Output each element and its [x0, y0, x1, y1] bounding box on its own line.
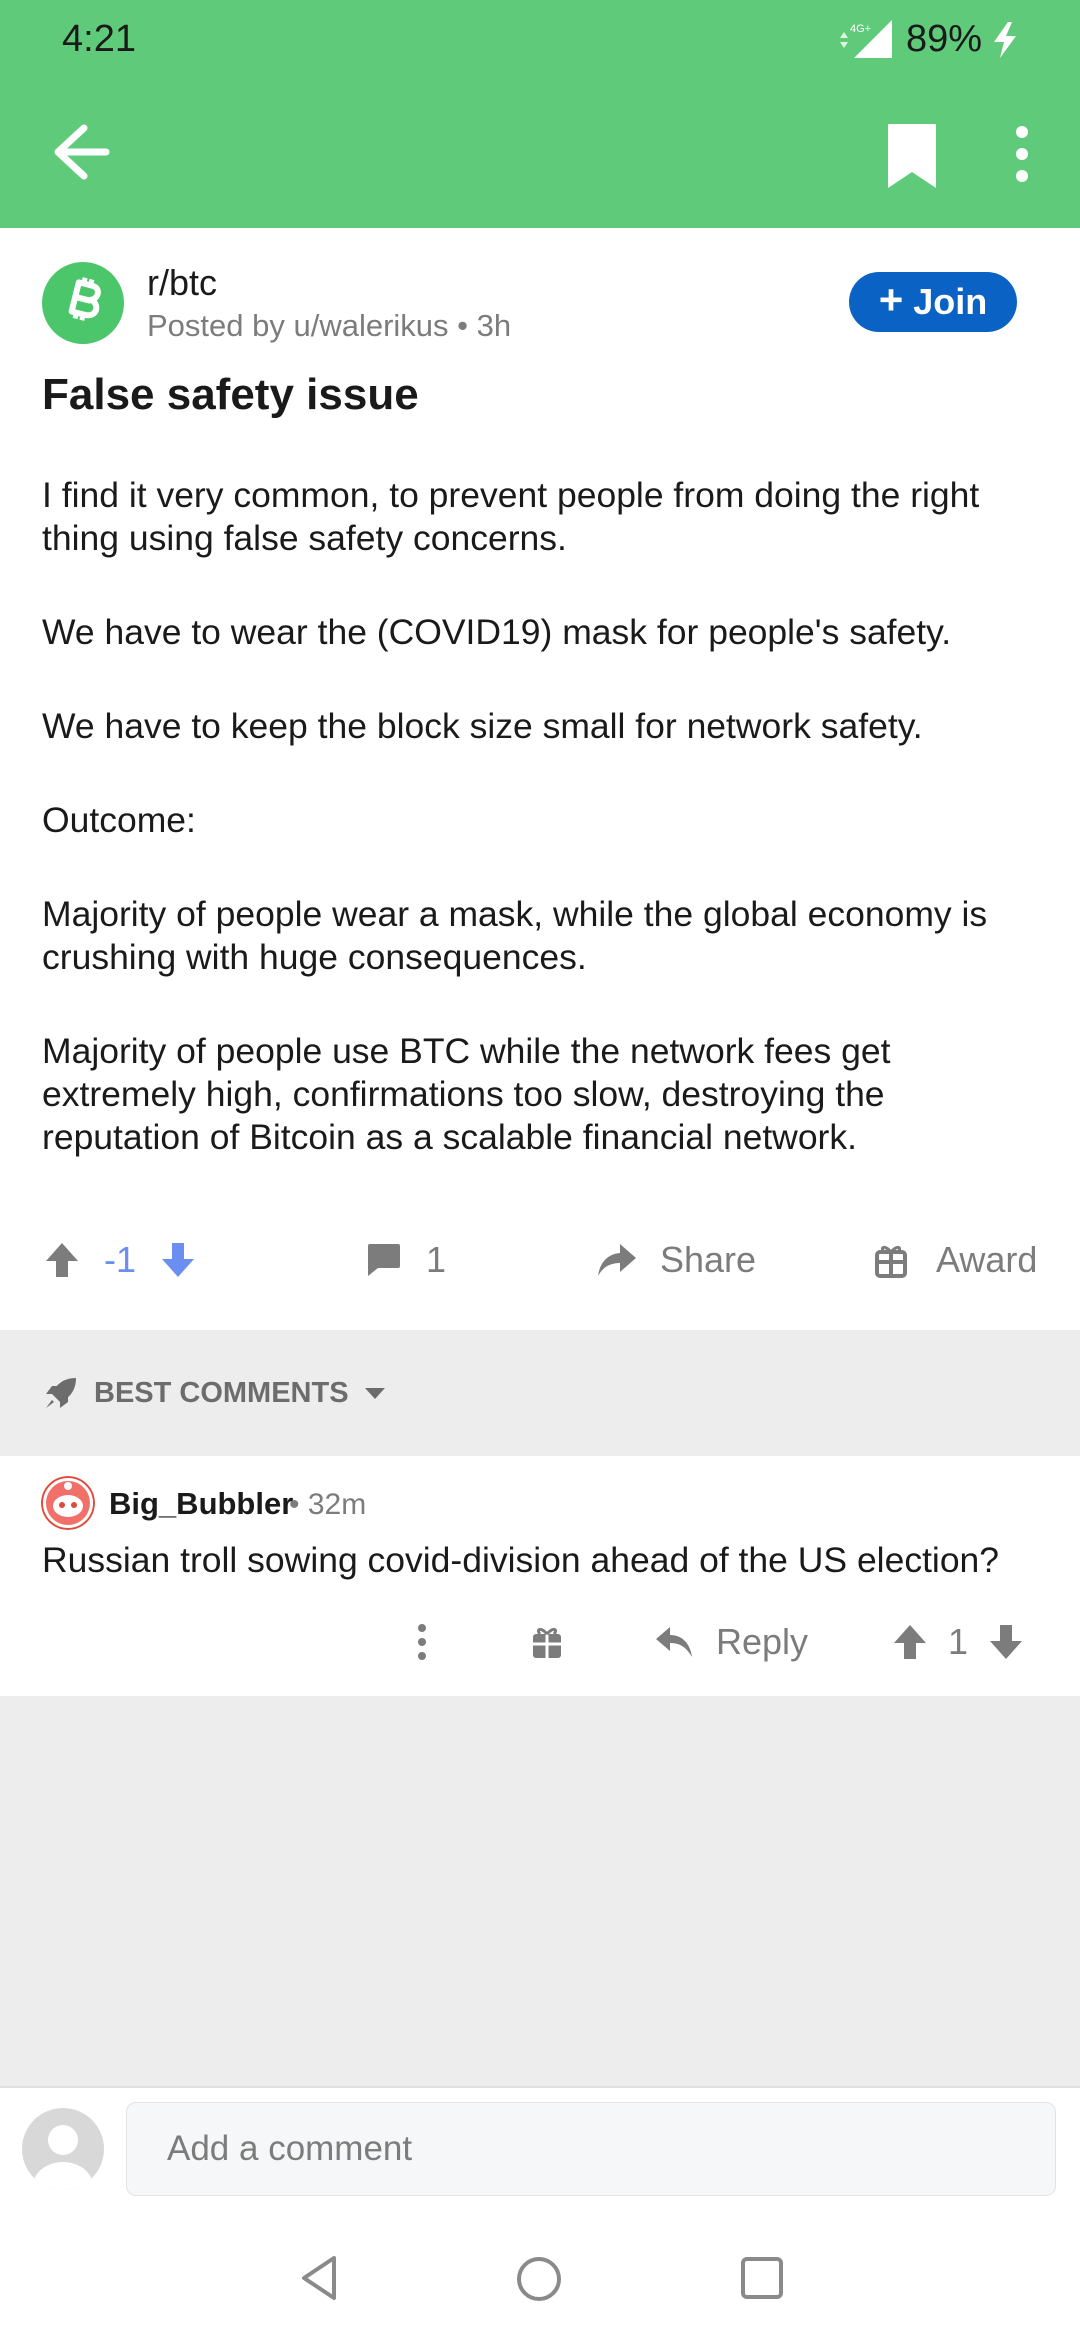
nav-recents-icon[interactable]: [738, 2254, 786, 2302]
comment-age: 32m: [307, 1488, 367, 1521]
comment-upvote-icon[interactable]: [892, 1623, 928, 1661]
post-score: -1: [104, 1239, 137, 1280]
status-time: 4:21: [62, 18, 136, 60]
upvote-icon[interactable]: [44, 1241, 80, 1279]
post-meta: Posted by u/walerikus • 3h: [147, 308, 511, 344]
post-title: False safety issue: [42, 370, 419, 419]
award-label: Award: [936, 1239, 1038, 1280]
join-button[interactable]: + Join: [849, 272, 1017, 332]
comment-vote-group: 1: [892, 1612, 1024, 1672]
reply-button[interactable]: Reply: [654, 1612, 808, 1672]
post-paragraph: I find it very common, to prevent people…: [42, 475, 980, 558]
comment-count: 1: [426, 1239, 447, 1280]
rocket-icon: [46, 1378, 76, 1408]
comment-meta: • 32m: [289, 1488, 366, 1522]
post-paragraph: Majority of people wear a mask, while th…: [42, 894, 988, 977]
vote-group: -1: [44, 1232, 196, 1288]
award-button[interactable]: Award: [874, 1232, 1037, 1288]
comment-score: 1: [948, 1621, 969, 1662]
user-avatar[interactable]: [22, 2108, 104, 2190]
signal-icon: 4G+: [840, 20, 892, 58]
more-vert-icon[interactable]: [1005, 118, 1039, 190]
comment-more-icon[interactable]: [410, 1620, 434, 1664]
post-paragraph: Outcome:: [42, 800, 196, 840]
nav-home-icon[interactable]: [514, 2254, 564, 2304]
downvote-icon[interactable]: [160, 1241, 196, 1279]
commenter-avatar[interactable]: [41, 1476, 95, 1530]
comments-button[interactable]: 1: [364, 1232, 446, 1288]
comment-author[interactable]: Big_Bubbler: [109, 1486, 293, 1522]
add-comment-input[interactable]: Add a comment: [126, 2102, 1056, 2196]
back-arrow-icon[interactable]: [40, 110, 110, 194]
reply-icon: [656, 1627, 692, 1657]
charging-icon: [994, 22, 1016, 58]
comment-text: Russian troll sowing covid-division ahea…: [42, 1540, 1000, 1580]
caret-down-icon: [364, 1388, 385, 1399]
subreddit-name[interactable]: r/btc: [147, 262, 217, 304]
comment-icon: [368, 1244, 400, 1276]
post-body: I find it very common, to prevent people…: [42, 474, 1042, 1210]
sort-label: BEST COMMENTS: [94, 1376, 349, 1409]
empty-area: [0, 1696, 1080, 2086]
comments-sort-button[interactable]: BEST COMMENTS: [42, 1374, 387, 1412]
reply-label: Reply: [716, 1621, 809, 1662]
posted-by[interactable]: Posted by u/walerikus: [147, 308, 449, 343]
share-label: Share: [660, 1239, 757, 1280]
battery-level: 89%: [906, 18, 983, 60]
plus-icon: +: [878, 276, 904, 323]
share-icon: [598, 1244, 636, 1276]
meta-separator: •: [289, 1488, 308, 1521]
svg-text:4G+: 4G+: [850, 23, 871, 35]
post-age: 3h: [476, 308, 512, 343]
subreddit-avatar[interactable]: [42, 262, 124, 344]
share-button[interactable]: Share: [596, 1232, 756, 1288]
join-label: Join: [913, 281, 988, 322]
user-icon: [33, 2125, 93, 2190]
comment-downvote-icon[interactable]: [988, 1623, 1024, 1661]
comment-award-icon[interactable]: [530, 1624, 564, 1660]
post-paragraph: We have to wear the (COVID19) mask for p…: [42, 612, 952, 652]
nav-back-icon[interactable]: [296, 2252, 344, 2304]
bitcoin-icon: [68, 277, 101, 321]
gift-icon: [875, 1245, 907, 1278]
bookmark-icon[interactable]: [880, 116, 950, 196]
meta-separator: •: [457, 308, 477, 343]
post-paragraph: Majority of people use BTC while the net…: [42, 1031, 891, 1157]
post-paragraph: We have to keep the block size small for…: [42, 706, 923, 746]
